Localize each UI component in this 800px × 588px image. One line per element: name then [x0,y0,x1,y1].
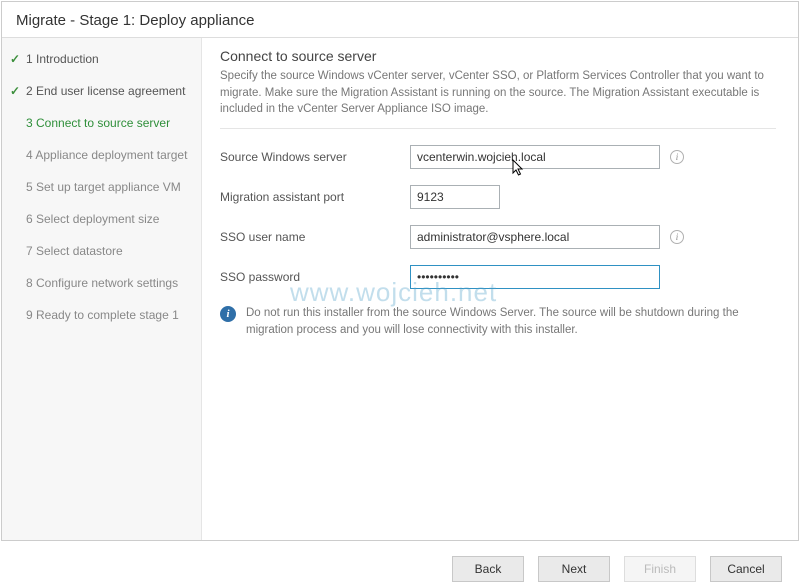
wizard-buttons: Back Next Finish Cancel [452,556,782,582]
step-label: 3 Connect to source server [26,116,170,130]
step-9-ready[interactable]: 9 Ready to complete stage 1 [10,308,193,322]
step-label: 5 Set up target appliance VM [26,180,181,194]
step-3-connect-source[interactable]: 3 Connect to source server [10,116,193,130]
wizard-sidebar: ✓ 1 Introduction ✓ 2 End user license ag… [2,38,202,540]
label-sso-user: SSO user name [220,230,410,244]
step-label: 1 Introduction [26,52,99,66]
step-label: 8 Configure network settings [26,276,178,290]
back-button[interactable]: Back [452,556,524,582]
wizard-main: Connect to source server Specify the sou… [202,38,798,540]
row-migration-port: Migration assistant port [220,185,776,209]
input-sso-user[interactable] [410,225,660,249]
label-source-server: Source Windows server [220,150,410,164]
input-migration-port[interactable] [410,185,500,209]
next-button[interactable]: Next [538,556,610,582]
step-5-target-vm[interactable]: 5 Set up target appliance VM [10,180,193,194]
step-label: 2 End user license agreement [26,84,185,98]
row-sso-password: SSO password [220,265,776,289]
step-8-network-settings[interactable]: 8 Configure network settings [10,276,193,290]
step-7-select-datastore[interactable]: 7 Select datastore [10,244,193,258]
label-sso-password: SSO password [220,270,410,284]
label-migration-port: Migration assistant port [220,190,410,204]
step-6-deployment-size[interactable]: 6 Select deployment size [10,212,193,226]
step-1-introduction[interactable]: ✓ 1 Introduction [10,52,193,66]
check-icon: ✓ [10,52,24,66]
wizard-body: ✓ 1 Introduction ✓ 2 End user license ag… [2,38,798,540]
step-4-deployment-target[interactable]: 4 Appliance deployment target [10,148,193,162]
cancel-button[interactable]: Cancel [710,556,782,582]
step-label: 7 Select datastore [26,244,123,258]
section-description: Specify the source Windows vCenter serve… [220,68,776,129]
step-label: 4 Appliance deployment target [26,148,187,162]
finish-button: Finish [624,556,696,582]
info-note: i Do not run this installer from the sou… [220,305,776,340]
wizard-window: Migrate - Stage 1: Deploy appliance ✓ 1 … [1,1,799,541]
note-text: Do not run this installer from the sourc… [246,305,776,340]
section-title: Connect to source server [220,48,776,64]
step-2-eula[interactable]: ✓ 2 End user license agreement [10,84,193,98]
info-icon[interactable]: i [670,150,684,164]
check-icon: ✓ [10,84,24,98]
step-label: 9 Ready to complete stage 1 [26,308,179,322]
info-icon: i [220,306,236,322]
row-sso-user: SSO user name i [220,225,776,249]
window-title: Migrate - Stage 1: Deploy appliance [2,2,798,38]
row-source-server: Source Windows server i [220,145,776,169]
info-icon[interactable]: i [670,230,684,244]
step-label: 6 Select deployment size [26,212,159,226]
input-source-server[interactable] [410,145,660,169]
input-sso-password[interactable] [410,265,660,289]
